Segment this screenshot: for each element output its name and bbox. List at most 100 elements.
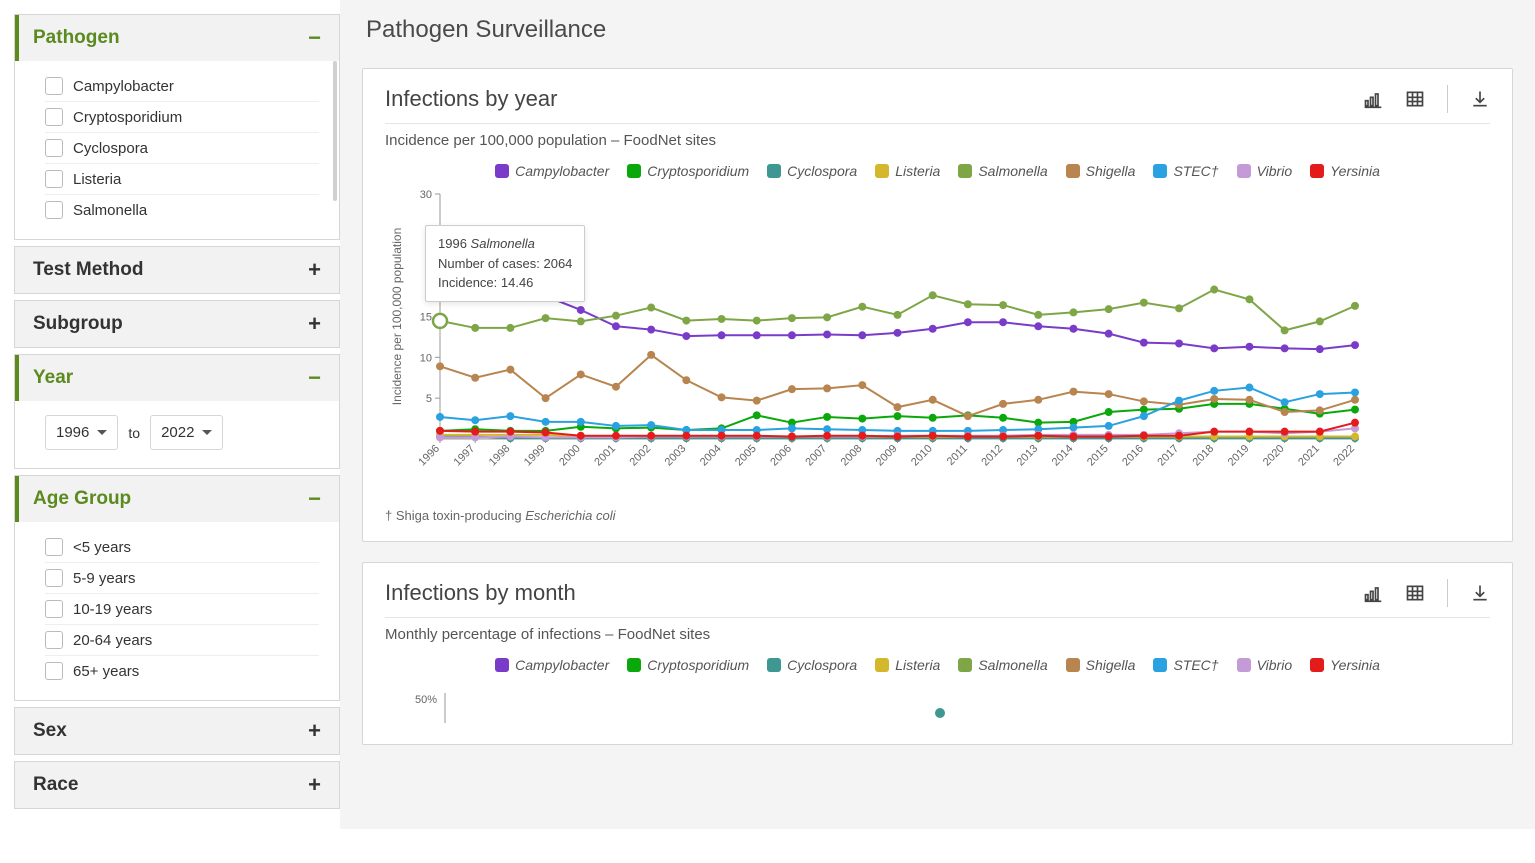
- legend-label: STEC†: [1173, 163, 1218, 179]
- month-chart[interactable]: 50%: [385, 683, 1365, 723]
- year-to-select[interactable]: 2022: [150, 415, 223, 450]
- legend-label: Shigella: [1086, 657, 1136, 673]
- accordion-header-sex[interactable]: Sex +: [15, 708, 339, 754]
- download-icon[interactable]: [1470, 89, 1490, 109]
- legend-swatch: [627, 164, 641, 178]
- collapse-icon: −: [308, 27, 321, 49]
- legend-item[interactable]: Salmonella: [958, 163, 1047, 179]
- legend-label: Campylobacter: [515, 163, 609, 179]
- legend-item[interactable]: Campylobacter: [495, 163, 609, 179]
- card-infections-month: Infections by month Monthly percentage o…: [362, 562, 1513, 745]
- legend-label: Cryptosporidium: [647, 163, 749, 179]
- caret-down-icon: [97, 430, 107, 440]
- legend-item[interactable]: STEC†: [1153, 657, 1218, 673]
- legend-item[interactable]: Campylobacter: [495, 657, 609, 673]
- legend-item[interactable]: Cyclospora: [767, 657, 857, 673]
- accordion-label: Subgroup: [33, 313, 123, 335]
- checkbox-row: <5 years: [45, 532, 319, 563]
- legend-item[interactable]: Shigella: [1066, 657, 1136, 673]
- accordion-subgroup: Subgroup +: [14, 300, 340, 348]
- legend-item[interactable]: Listeria: [875, 657, 940, 673]
- page-title: Pathogen Surveillance: [366, 16, 1513, 44]
- legend-swatch: [875, 164, 889, 178]
- year-chart-container: 5101530Incidence per 100,000 population1…: [385, 189, 1490, 492]
- accordion-header-pathogen[interactable]: Pathogen −: [15, 15, 339, 61]
- legend-swatch: [767, 658, 781, 672]
- svg-text:10: 10: [420, 352, 432, 364]
- legend-item[interactable]: Yersinia: [1310, 163, 1380, 179]
- svg-text:2021: 2021: [1296, 443, 1322, 469]
- checkbox[interactable]: [45, 631, 63, 649]
- legend-label: Campylobacter: [515, 657, 609, 673]
- chart-tooltip: 1996 Salmonella Number of cases: 2064 In…: [425, 225, 585, 302]
- legend-swatch: [1066, 164, 1080, 178]
- svg-text:5: 5: [426, 393, 432, 405]
- checkbox[interactable]: [45, 139, 63, 157]
- checkbox[interactable]: [45, 600, 63, 618]
- y-tick-label: 50%: [415, 694, 437, 706]
- chart-footnote: † Shiga toxin-producing Escherichia coli: [385, 508, 1490, 523]
- svg-text:2015: 2015: [1085, 443, 1111, 469]
- checkbox[interactable]: [45, 201, 63, 219]
- legend-item[interactable]: Cryptosporidium: [627, 163, 749, 179]
- table-icon[interactable]: [1405, 89, 1425, 109]
- accordion-header-subgroup[interactable]: Subgroup +: [15, 301, 339, 347]
- svg-text:1996: 1996: [416, 443, 442, 469]
- accordion-header-race[interactable]: Race +: [15, 762, 339, 808]
- svg-text:2000: 2000: [557, 443, 583, 469]
- svg-text:2017: 2017: [1155, 443, 1181, 469]
- legend-swatch: [958, 164, 972, 178]
- legend-item[interactable]: Cyclospora: [767, 163, 857, 179]
- legend-item[interactable]: Listeria: [875, 163, 940, 179]
- accordion-header-age[interactable]: Age Group −: [15, 476, 339, 522]
- checkbox[interactable]: [45, 662, 63, 680]
- legend-label: Vibrio: [1257, 657, 1293, 673]
- legend-label: Salmonella: [978, 657, 1047, 673]
- legend-label: Listeria: [895, 657, 940, 673]
- legend-label: Cyclospora: [787, 163, 857, 179]
- chart-icon[interactable]: [1363, 583, 1383, 603]
- legend-label: Shigella: [1086, 163, 1136, 179]
- legend-swatch: [875, 658, 889, 672]
- table-icon[interactable]: [1405, 583, 1425, 603]
- accordion-header-test-method[interactable]: Test Method +: [15, 247, 339, 293]
- legend-item[interactable]: Cryptosporidium: [627, 657, 749, 673]
- checkbox[interactable]: [45, 538, 63, 556]
- svg-text:30: 30: [420, 189, 432, 201]
- accordion-header-year[interactable]: Year −: [15, 355, 339, 401]
- chart-icon[interactable]: [1363, 89, 1383, 109]
- legend-item[interactable]: Yersinia: [1310, 657, 1380, 673]
- accordion-race: Race +: [14, 761, 340, 809]
- expand-icon: +: [308, 313, 321, 335]
- collapse-icon: −: [308, 488, 321, 510]
- card-icons: [1363, 85, 1490, 113]
- main-content: Pathogen Surveillance Infections by year…: [340, 0, 1535, 829]
- legend-item[interactable]: Shigella: [1066, 163, 1136, 179]
- accordion-pathogen: Pathogen − Campylobacter Cryptosporidium…: [14, 14, 340, 240]
- checkbox[interactable]: [45, 569, 63, 587]
- svg-text:2018: 2018: [1191, 443, 1217, 469]
- svg-text:1998: 1998: [487, 443, 513, 469]
- checkbox-row: Cyclospora: [45, 133, 319, 164]
- svg-text:2014: 2014: [1050, 443, 1076, 469]
- chart-legend: Campylobacter Cryptosporidium Cyclospora Li…: [385, 163, 1490, 179]
- checkbox[interactable]: [45, 170, 63, 188]
- checkbox[interactable]: [45, 77, 63, 95]
- download-icon[interactable]: [1470, 583, 1490, 603]
- legend-item[interactable]: STEC†: [1153, 163, 1218, 179]
- select-value: 2022: [161, 424, 194, 441]
- legend-item[interactable]: Vibrio: [1237, 163, 1293, 179]
- legend-swatch: [1237, 164, 1251, 178]
- checkbox[interactable]: [45, 108, 63, 126]
- checkbox-label: 65+ years: [73, 663, 139, 680]
- checkbox-label: Listeria: [73, 171, 121, 188]
- scrollbar-indicator[interactable]: [333, 61, 337, 201]
- checkbox-row: Cryptosporidium: [45, 102, 319, 133]
- legend-item[interactable]: Salmonella: [958, 657, 1047, 673]
- legend-item[interactable]: Vibrio: [1237, 657, 1293, 673]
- checkbox-row: Salmonella: [45, 195, 319, 225]
- year-from-select[interactable]: 1996: [45, 415, 118, 450]
- legend-label: Yersinia: [1330, 657, 1380, 673]
- checkbox-row: Campylobacter: [45, 71, 319, 102]
- legend-swatch: [767, 164, 781, 178]
